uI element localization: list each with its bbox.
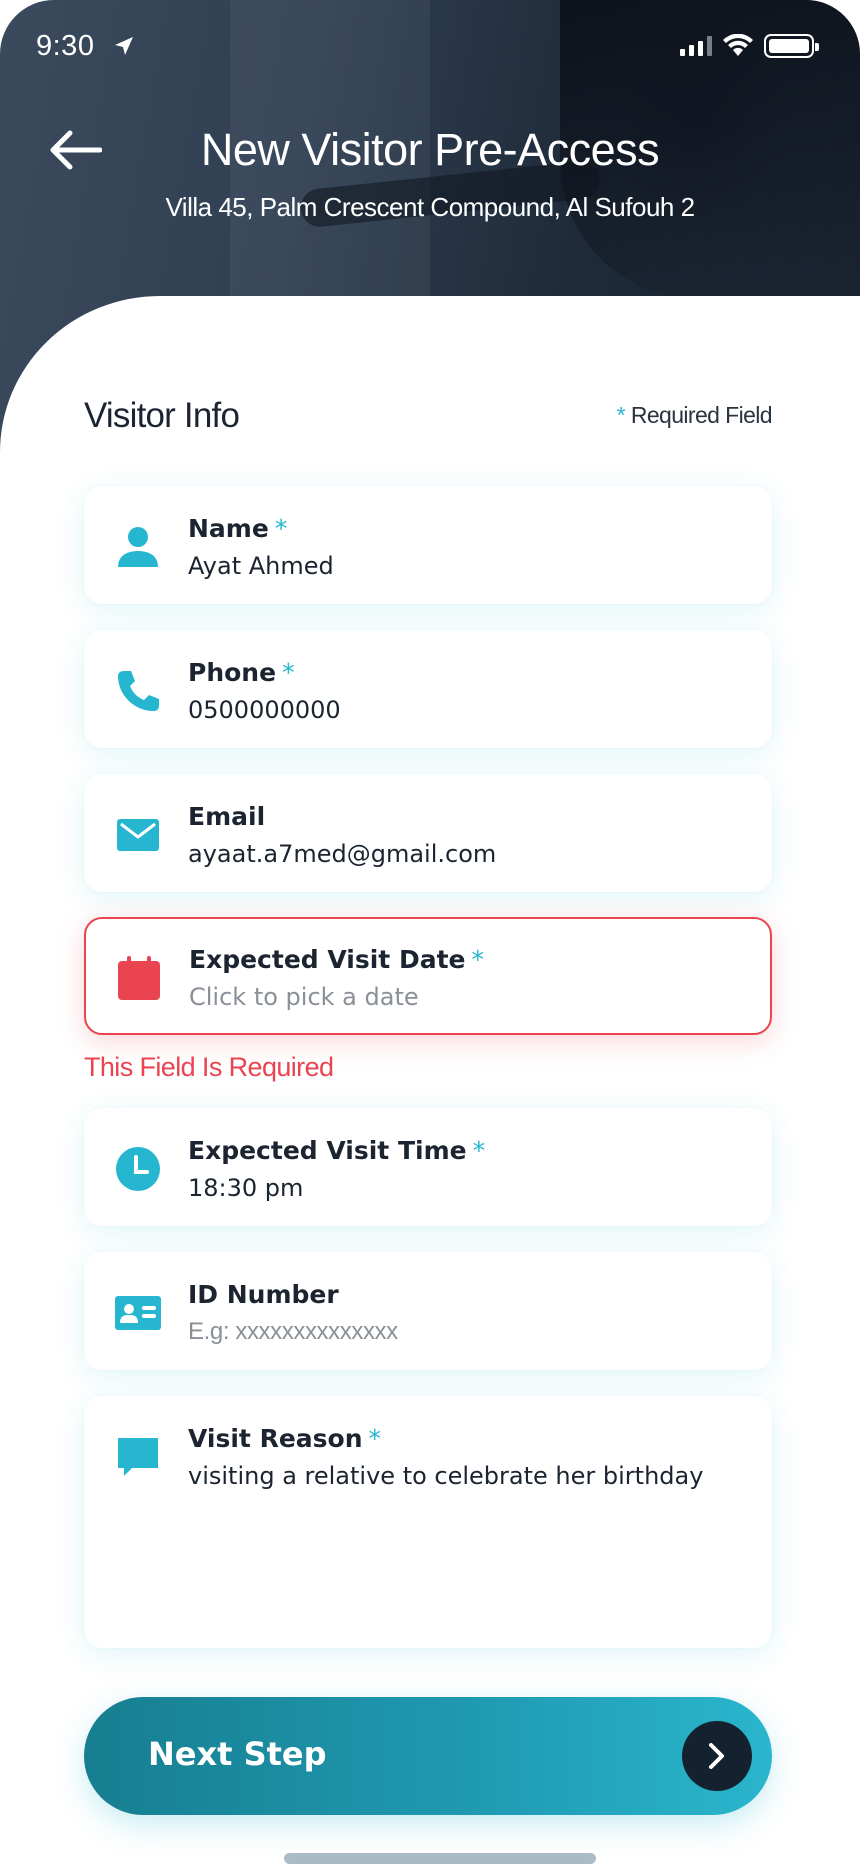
person-icon: [118, 527, 158, 567]
visit-date-error: This Field Is Required: [84, 1052, 334, 1082]
name-label: Name *: [188, 514, 288, 543]
visit-reason-label: Visit Reason *: [188, 1424, 382, 1453]
required-asterisk: *: [616, 402, 626, 428]
email-value: ayaat.a7med@gmail.com: [188, 840, 497, 868]
email-label: Email: [188, 802, 266, 831]
phone-label: Phone *: [188, 658, 295, 687]
id-number-label: ID Number: [188, 1280, 339, 1309]
next-step-label: Next Step: [148, 1735, 327, 1773]
next-step-circle: [682, 1721, 752, 1791]
chevron-right-icon: [709, 1743, 724, 1769]
visit-date-field[interactable]: Expected Visit Date * Click to pick a dat…: [84, 917, 772, 1035]
visit-time-label: Expected Visit Time *: [188, 1136, 486, 1165]
id-number-field[interactable]: ID Number E.g: xxxxxxxxxxxxxx: [84, 1252, 772, 1370]
status-bar: 9:30: [0, 0, 860, 92]
required-note-text: Required Field: [630, 402, 773, 428]
visit-date-label: Expected Visit Date *: [189, 945, 484, 974]
chat-icon: [118, 1438, 158, 1476]
id-number-placeholder: E.g: xxxxxxxxxxxxxx: [188, 1318, 398, 1345]
visit-reason-field[interactable]: Visit Reason * visiting a relative to cel…: [84, 1396, 772, 1648]
id-card-icon: [115, 1296, 161, 1330]
name-value: Ayat Ahmed: [188, 552, 334, 580]
location-arrow-icon: [115, 37, 133, 55]
name-field[interactable]: Name * Ayat Ahmed: [84, 486, 772, 604]
visit-time-value: 18:30 pm: [188, 1174, 304, 1202]
status-time: 9:30: [36, 30, 95, 62]
page-subtitle: Villa 45, Palm Crescent Compound, Al Suf…: [165, 192, 695, 222]
clock-icon: [116, 1147, 160, 1191]
home-indicator: [284, 1853, 596, 1864]
section-title: Visitor Info: [84, 396, 240, 435]
visit-time-field[interactable]: Expected Visit Time * 18:30 pm: [84, 1108, 772, 1226]
visit-reason-value: visiting a relative to celebrate her bir…: [188, 1462, 704, 1490]
battery-icon: [764, 34, 819, 58]
wifi-icon: [723, 34, 753, 56]
visit-date-placeholder: Click to pick a date: [189, 983, 419, 1011]
phone-value: 0500000000: [188, 696, 341, 724]
calendar-icon: [118, 956, 160, 1000]
phone-field[interactable]: Phone * 0500000000: [84, 630, 772, 748]
cellular-signal-icon: [680, 36, 712, 56]
email-field[interactable]: Email ayaat.a7med@gmail.com: [84, 774, 772, 892]
page-title: New Visitor Pre-Access: [200, 124, 660, 175]
next-step-button[interactable]: Next Step: [84, 1697, 772, 1815]
mail-icon: [117, 819, 159, 851]
required-field-note: * Required Field: [616, 402, 773, 429]
phone-icon: [118, 671, 159, 711]
